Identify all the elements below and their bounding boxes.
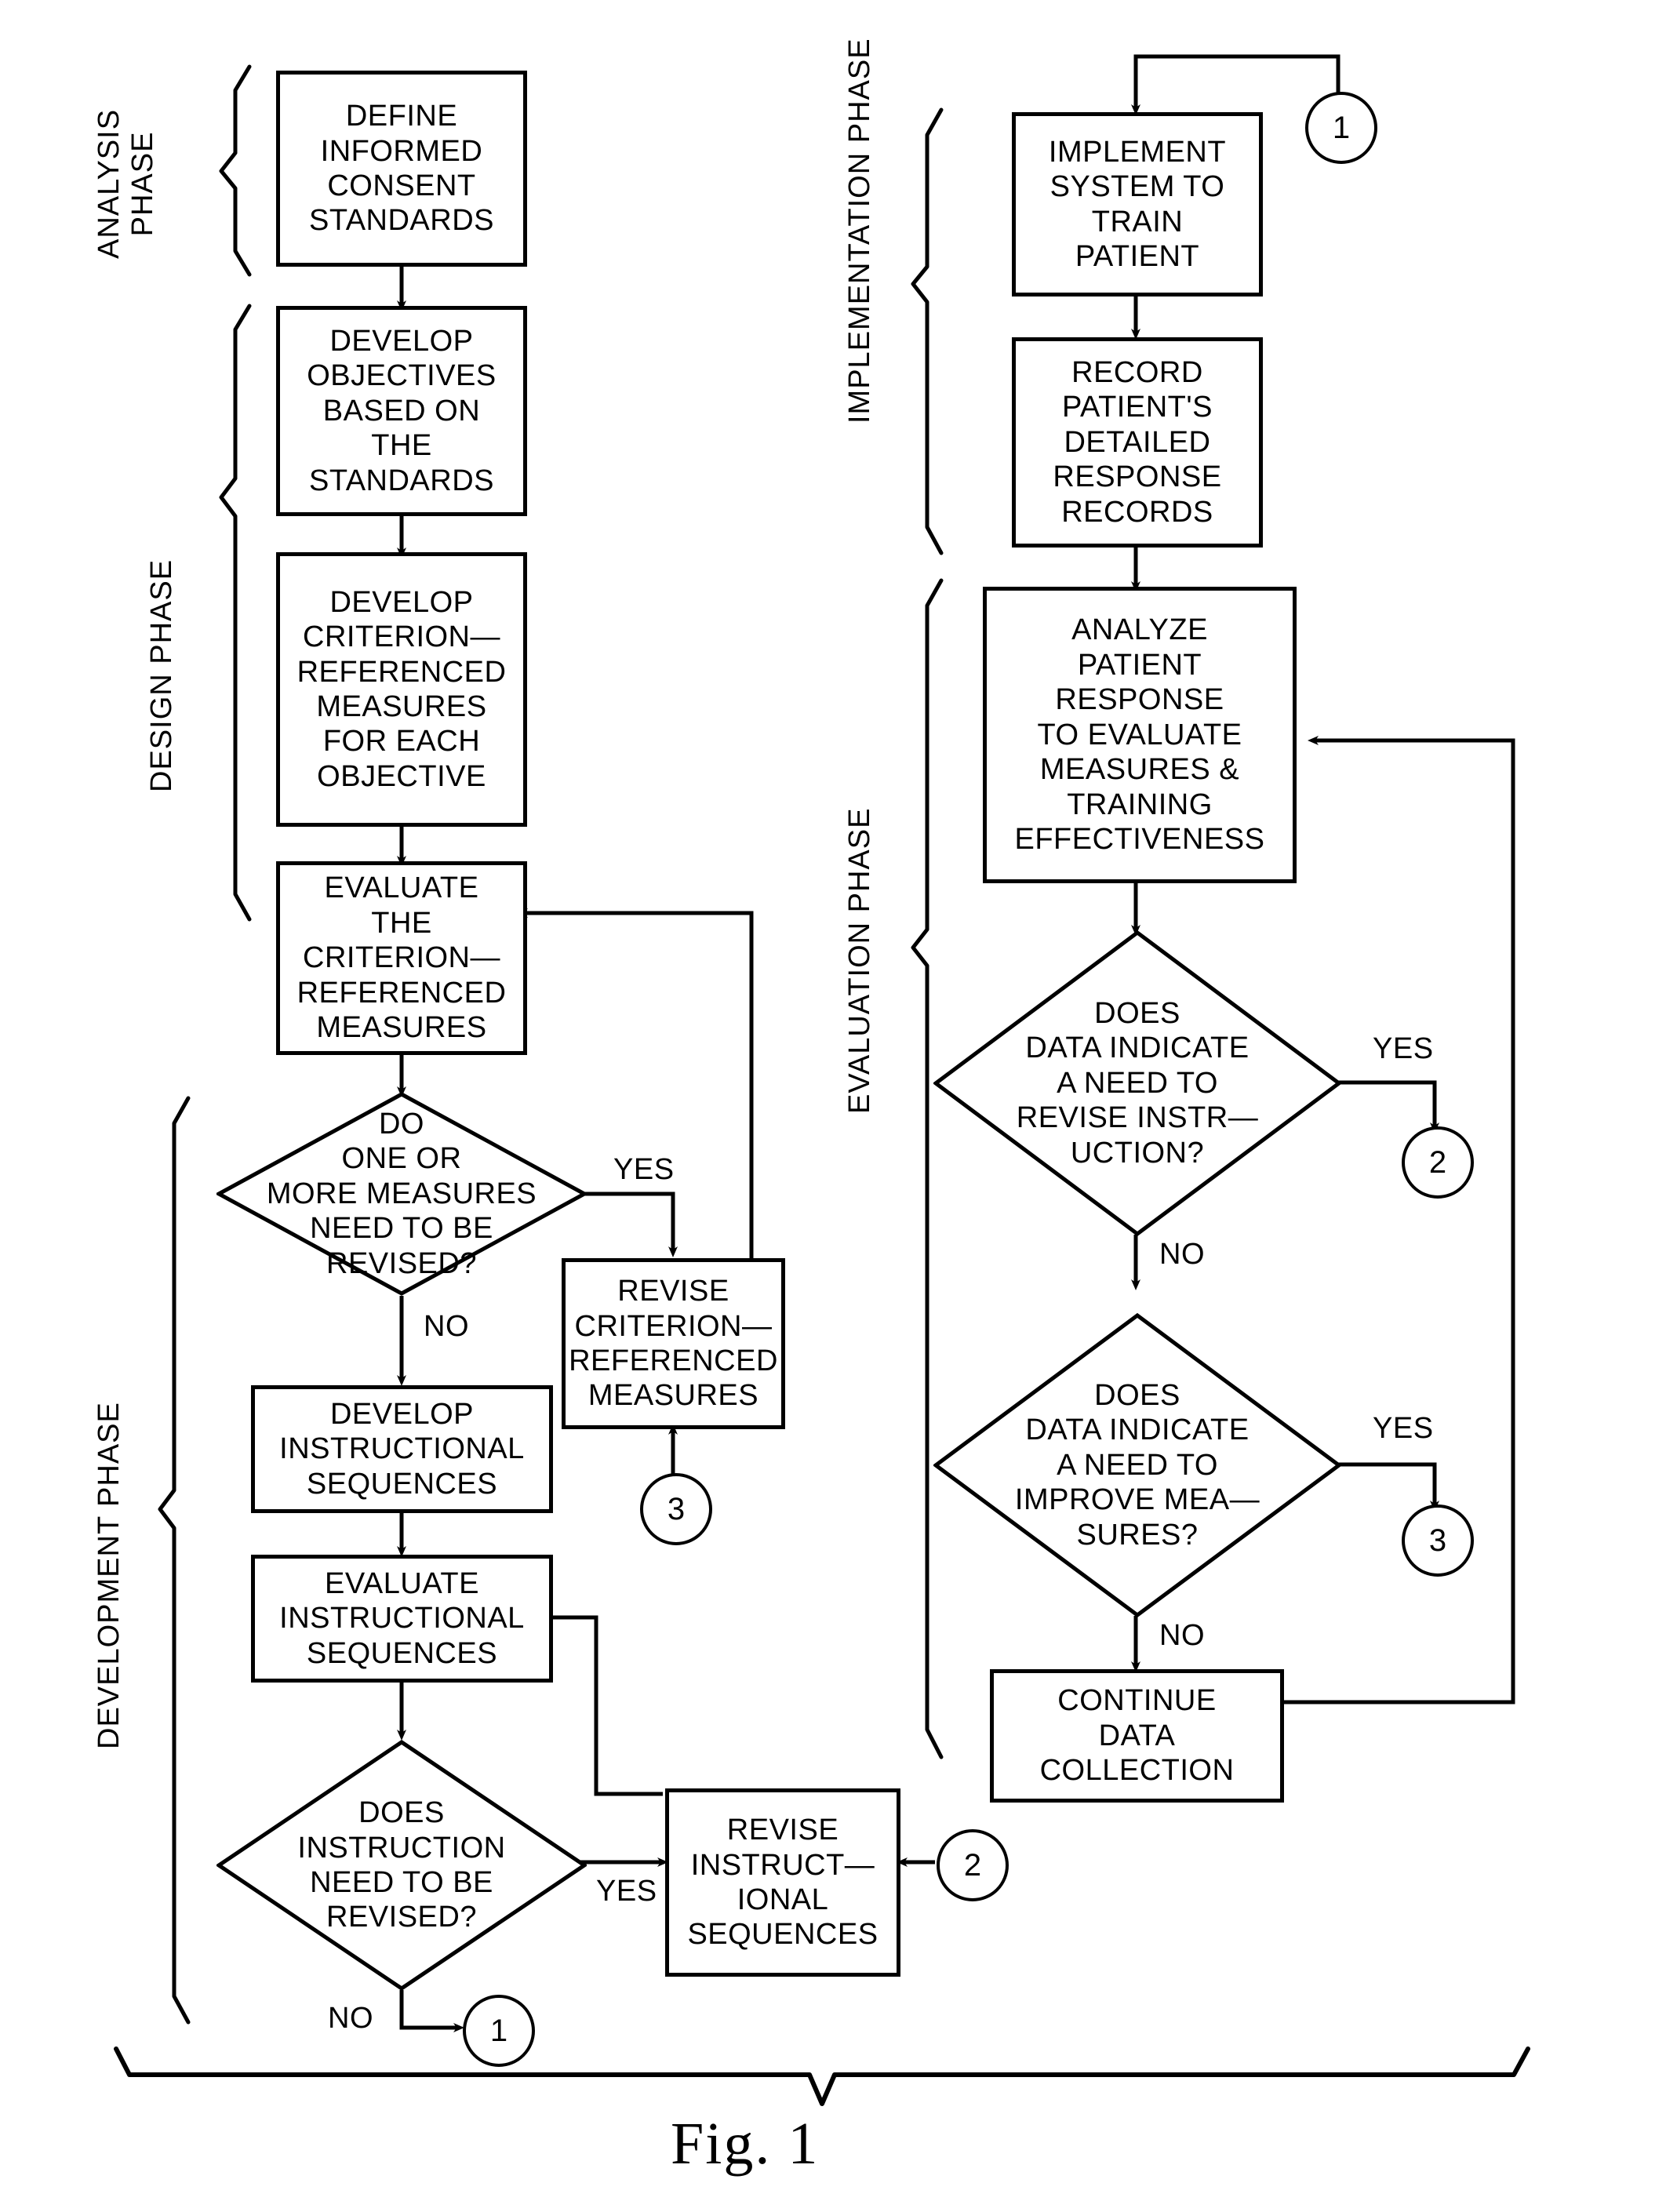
node-revise-instruction-question-text: DOES DATA INDICATE A NEED TO REVISE INST… bbox=[1016, 996, 1259, 1170]
offpage-connector-2-left[interactable]: 2 bbox=[937, 1829, 1009, 1901]
node-develop-objectives-text: DEVELOP OBJECTIVES BASED ON THE STANDARD… bbox=[307, 324, 497, 497]
node-revise-sequences-text: REVISE INSTRUCT— IONAL SEQUENCES bbox=[687, 1814, 879, 1952]
node-continue-collection-text: CONTINUE DATA COLLECTION bbox=[1039, 1684, 1235, 1788]
node-evaluate-measures-text: EVALUATE THE CRITERION— REFERENCED MEASU… bbox=[296, 871, 507, 1045]
label-revise-instruction-no: NO bbox=[1159, 1238, 1205, 1271]
node-develop-sequences-text: DEVELOP INSTRUCTIONAL SEQUENCES bbox=[279, 1397, 525, 1501]
node-develop-measures[interactable]: DEVELOP CRITERION— REFERENCED MEASURES F… bbox=[276, 552, 527, 827]
label-measures-yes: YES bbox=[613, 1153, 675, 1186]
node-evaluate-sequences[interactable]: EVALUATE INSTRUCTIONAL SEQUENCES bbox=[251, 1555, 553, 1683]
node-measures-revise-question[interactable]: DO ONE OR MORE MEASURES NEED TO BE REVIS… bbox=[216, 1092, 587, 1296]
label-improve-measures-no: NO bbox=[1159, 1619, 1205, 1652]
node-revise-measures-text: REVISE CRITERION— REFERENCED MEASURES bbox=[569, 1275, 778, 1413]
node-define-standards-text: DEFINE INFORMED CONSENT STANDARDS bbox=[308, 100, 495, 238]
phase-label-analysis: ANALYSIS PHASE bbox=[93, 108, 159, 259]
node-define-standards[interactable]: DEFINE INFORMED CONSENT STANDARDS bbox=[276, 71, 527, 267]
node-record-response[interactable]: RECORD PATIENT'S DETAILED RESPONSE RECOR… bbox=[1012, 337, 1263, 548]
label-revise-instruction-yes: YES bbox=[1373, 1032, 1434, 1065]
node-implement-system-text: IMPLEMENT SYSTEM TO TRAIN PATIENT bbox=[1048, 135, 1227, 273]
node-instruction-revise-question-text: DOES INSTRUCTION NEED TO BE REVISED? bbox=[297, 1796, 506, 1934]
label-instruction-no: NO bbox=[328, 2002, 373, 2035]
node-analyze-response[interactable]: ANALYZE PATIENT RESPONSE TO EVALUATE MEA… bbox=[983, 587, 1297, 883]
offpage-connector-1-bottom[interactable]: 1 bbox=[463, 1995, 535, 2067]
phase-label-design: DESIGN PHASE bbox=[145, 558, 178, 792]
node-implement-system[interactable]: IMPLEMENT SYSTEM TO TRAIN PATIENT bbox=[1012, 112, 1263, 297]
label-improve-measures-yes: YES bbox=[1373, 1412, 1434, 1445]
offpage-connector-3-left[interactable]: 3 bbox=[640, 1473, 712, 1545]
node-continue-collection[interactable]: CONTINUE DATA COLLECTION bbox=[990, 1669, 1284, 1803]
node-revise-sequences[interactable]: REVISE INSTRUCT— IONAL SEQUENCES bbox=[665, 1788, 900, 1977]
offpage-connector-3-right[interactable]: 3 bbox=[1402, 1504, 1474, 1577]
node-evaluate-sequences-text: EVALUATE INSTRUCTIONAL SEQUENCES bbox=[279, 1566, 525, 1670]
node-revise-measures[interactable]: REVISE CRITERION— REFERENCED MEASURES bbox=[562, 1258, 785, 1429]
node-develop-sequences[interactable]: DEVELOP INSTRUCTIONAL SEQUENCES bbox=[251, 1385, 553, 1513]
node-improve-measures-question[interactable]: DOES DATA INDICATE A NEED TO IMPROVE MEA… bbox=[933, 1313, 1341, 1617]
label-measures-no: NO bbox=[424, 1310, 469, 1343]
node-improve-measures-question-text: DOES DATA INDICATE A NEED TO IMPROVE MEA… bbox=[1014, 1378, 1260, 1552]
figure-caption: Fig. 1 bbox=[671, 2111, 820, 2177]
offpage-connector-1-top[interactable]: 1 bbox=[1305, 92, 1377, 164]
node-record-response-text: RECORD PATIENT'S DETAILED RESPONSE RECOR… bbox=[1053, 355, 1222, 529]
phase-label-evaluation: EVALUATION PHASE bbox=[843, 807, 876, 1114]
phase-label-development: DEVELOPMENT PHASE bbox=[93, 1402, 126, 1749]
node-measures-revise-question-text: DO ONE OR MORE MEASURES NEED TO BE REVIS… bbox=[266, 1107, 537, 1280]
offpage-connector-2-right-top[interactable]: 2 bbox=[1402, 1126, 1474, 1199]
node-analyze-response-text: ANALYZE PATIENT RESPONSE TO EVALUATE MEA… bbox=[1014, 613, 1265, 857]
node-revise-instruction-question[interactable]: DOES DATA INDICATE A NEED TO REVISE INST… bbox=[933, 930, 1341, 1236]
label-instruction-yes: YES bbox=[596, 1875, 657, 1908]
node-evaluate-measures[interactable]: EVALUATE THE CRITERION— REFERENCED MEASU… bbox=[276, 861, 527, 1055]
node-develop-measures-text: DEVELOP CRITERION— REFERENCED MEASURES F… bbox=[296, 585, 507, 793]
phase-label-implementation: IMPLEMENTATION PHASE bbox=[843, 38, 876, 424]
node-develop-objectives[interactable]: DEVELOP OBJECTIVES BASED ON THE STANDARD… bbox=[276, 306, 527, 516]
node-instruction-revise-question[interactable]: DOES INSTRUCTION NEED TO BE REVISED? bbox=[216, 1740, 587, 1991]
figure-canvas: ANALYSIS PHASE DESIGN PHASE DEVELOPMENT … bbox=[0, 0, 1677, 2212]
